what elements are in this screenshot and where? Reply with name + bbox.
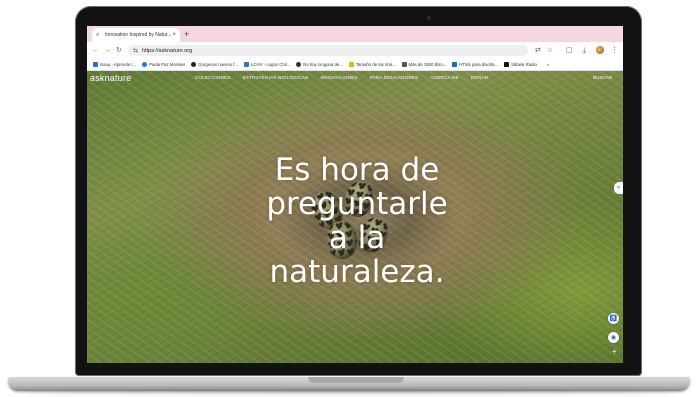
bookmark-icon <box>348 62 354 67</box>
hero-line: preguntarle <box>266 186 448 222</box>
tab-asknature[interactable]: ⌕ Innovation Inspired by Natur... × <box>92 28 180 42</box>
tab-bar: ⌕ Innovation Inspired by Natur... × + <box>87 26 623 42</box>
bookmark-item[interactable]: Paola Paz Morales <box>142 62 185 67</box>
new-tab-button[interactable]: + <box>184 28 189 40</box>
menu-item-educadores[interactable]: PARA EDUCADORES <box>370 75 419 80</box>
bookmark-icon <box>504 62 510 67</box>
bookmark-star-icon[interactable]: ☆ <box>547 46 553 55</box>
asknature-logo[interactable]: asknature <box>90 73 131 83</box>
bookmark-item[interactable]: Más de 1500 libro... <box>401 62 446 67</box>
menu-item-innovaciones[interactable]: INNOVACIONES <box>320 75 357 80</box>
camera <box>427 16 431 20</box>
bookmark-item[interactable]: Issuu - Aprende t... <box>93 62 136 67</box>
reload-icon[interactable]: ↻ <box>116 46 122 55</box>
site-info-icon[interactable]: ⇆ <box>133 47 138 54</box>
search-link[interactable]: BUSCAR <box>593 75 612 80</box>
url-text: https://asknature.org <box>142 47 193 54</box>
bookmarks-bar: Issuu - Aprende t... Paola Paz Morales G… <box>87 59 623 71</box>
menu-item-colecciones[interactable]: COLECCIONES <box>195 75 231 80</box>
plus-icon[interactable]: + <box>612 347 617 356</box>
search-icon: ⌕ <box>96 32 100 38</box>
url-field[interactable]: ⇆ https://asknature.org <box>128 45 528 56</box>
site-nav: asknature COLECCIONES ESTRATEGIAS BIOLÓG… <box>87 71 623 85</box>
bookmark-item[interactable]: HTML para diseña... <box>452 62 498 67</box>
translate-icon[interactable]: ⇄ <box>535 46 541 55</box>
side-panel-tab[interactable]: « <box>614 182 623 194</box>
bookmark-item[interactable]: Sábela Radio <box>504 62 537 67</box>
bookmark-item[interactable]: Tamaño de las imá... <box>348 62 396 67</box>
menu-dots-icon[interactable]: ⋮ <box>611 46 618 55</box>
bookmark-item[interactable]: No hay ninguna de... <box>296 62 343 67</box>
bookmark-icon <box>452 62 458 67</box>
bookmark-icon <box>142 62 148 67</box>
hero-heading: Es hora de preguntarle a la naturaleza. <box>237 153 477 289</box>
laptop-notch <box>308 377 404 383</box>
menu-item-donar[interactable]: DONAR <box>471 75 489 80</box>
hero-line: naturaleza. <box>269 254 445 290</box>
hero-line: Es hora de <box>274 152 440 188</box>
menu-item-estrategias[interactable]: ESTRATEGIAS BIOLÓGICAS <box>243 75 309 80</box>
accessibility-icon[interactable]: ♿ <box>608 313 619 324</box>
hero-section: asknature COLECCIONES ESTRATEGIAS BIOLÓG… <box>87 71 623 363</box>
main-menu: COLECCIONES ESTRATEGIAS BIOLÓGICAS INNOV… <box>195 75 500 80</box>
bookmark-icon <box>244 62 250 67</box>
tab-title: Innovation Inspired by Natur... <box>105 32 172 38</box>
forward-icon[interactable]: → <box>104 46 111 55</box>
bookmark-icon <box>296 62 302 67</box>
bookmark-icon <box>401 62 407 67</box>
download-icon[interactable]: ⤓ <box>583 46 586 55</box>
bookmark-item[interactable]: Gorgeous nuevos f... <box>191 62 238 67</box>
bookmark-item[interactable]: LCHV - Logos Chil... <box>244 62 290 67</box>
profile-avatar[interactable] <box>596 46 604 54</box>
bookmark-icon <box>191 62 197 67</box>
bookmark-icon <box>93 62 98 67</box>
extensions-icon[interactable]: ▢ <box>566 46 573 55</box>
chat-icon[interactable]: ◉ <box>608 332 619 343</box>
menu-item-acerca[interactable]: ACERCA DE <box>430 75 458 80</box>
hero-line: a la <box>328 220 386 256</box>
more-bookmarks-button[interactable]: » <box>547 62 549 67</box>
laptop-shadow <box>20 390 678 394</box>
back-icon[interactable]: ← <box>92 46 99 55</box>
screen: ⌕ Innovation Inspired by Natur... × + ← … <box>87 26 623 363</box>
address-bar: ← → ↻ ⇆ https://asknature.org ⇄ ☆ ▢ ⤓ ⋮ <box>87 42 623 59</box>
close-tab-button[interactable]: × <box>172 32 176 38</box>
